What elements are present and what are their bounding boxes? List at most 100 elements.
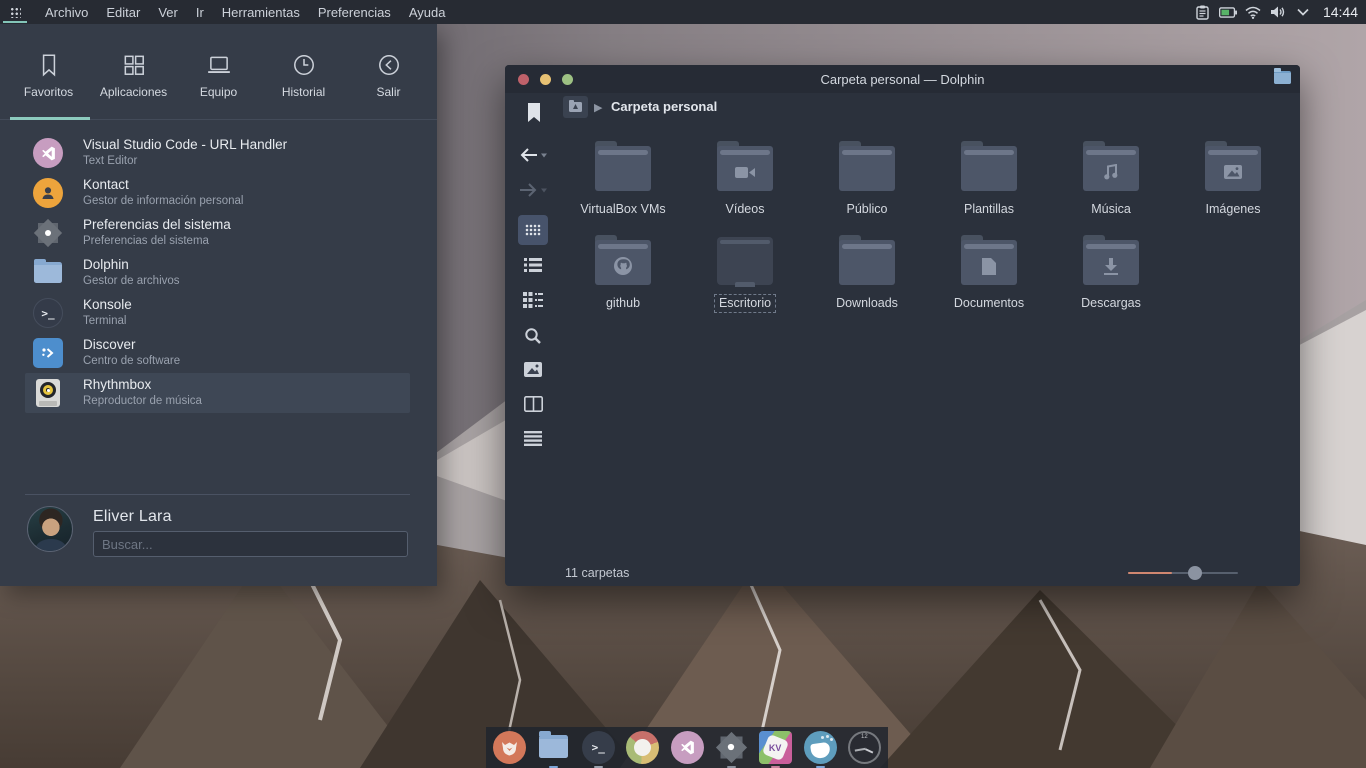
app-row-vscode[interactable]: Visual Studio Code - URL Handler Text Ed… <box>25 133 410 173</box>
desktop-icon <box>717 235 773 287</box>
dock-settings[interactable] <box>715 731 748 764</box>
app-row-preferencias[interactable]: Preferencias del sistema Preferencias de… <box>25 213 410 253</box>
dock-terminal[interactable]: >_ <box>582 731 615 764</box>
forward-button[interactable] <box>505 182 561 198</box>
app-row-kontact[interactable]: Kontact Gestor de información personal <box>25 173 410 213</box>
menu-ir[interactable]: Ir <box>187 2 213 23</box>
folder-icon <box>34 262 62 283</box>
menu-preferencias[interactable]: Preferencias <box>309 2 400 23</box>
user-avatar[interactable] <box>27 506 73 552</box>
latte-dock-icon <box>804 731 837 764</box>
dolphin-app-icon <box>1274 71 1291 84</box>
search-button[interactable] <box>505 327 561 345</box>
leave-icon <box>376 52 402 78</box>
app-row-rhythmbox[interactable]: Rhythmbox Reproductor de música <box>25 373 410 413</box>
breadcrumb-home-button[interactable] <box>563 96 588 118</box>
zoom-slider-fill <box>1128 572 1172 574</box>
dock-chrome[interactable] <box>626 731 659 764</box>
app-subtitle: Text Editor <box>83 154 287 168</box>
dock-firefox[interactable] <box>493 731 526 764</box>
breadcrumb-current-folder[interactable]: Carpeta personal <box>611 99 717 114</box>
file-manager-icon <box>539 735 568 758</box>
app-subtitle: Terminal <box>83 314 132 328</box>
menu-editar[interactable]: Editar <box>97 2 149 23</box>
folder-item-downloads[interactable]: Downloads <box>806 229 928 323</box>
download-arrow-icon <box>1083 249 1139 283</box>
bookmark-icon <box>36 52 62 78</box>
app-row-konsole[interactable]: >_ Konsole Terminal <box>25 293 410 333</box>
search-input[interactable] <box>93 531 408 557</box>
app-subtitle: Preferencias del sistema <box>83 234 231 248</box>
terminal-icon: >_ <box>33 298 63 328</box>
compact-view-button[interactable] <box>505 257 561 273</box>
divider <box>25 494 410 495</box>
dock-vscode[interactable] <box>671 731 704 764</box>
folder-label: Plantillas <box>959 200 1019 219</box>
volume-icon[interactable] <box>1269 3 1287 21</box>
app-row-discover[interactable]: Discover Centro de software <box>25 333 410 373</box>
menu-items: Archivo Editar Ver Ir Herramientas Prefe… <box>36 2 454 23</box>
back-button[interactable] <box>505 147 561 163</box>
menu-ayuda[interactable]: Ayuda <box>400 2 455 23</box>
active-tab-underline <box>10 117 90 120</box>
places-bookmark-icon[interactable] <box>527 103 541 123</box>
dock-clock-widget[interactable]: 12 <box>848 731 881 764</box>
dock-kvantum[interactable]: KV <box>759 731 792 764</box>
icons-view-button[interactable] <box>518 215 548 245</box>
clipboard-icon[interactable] <box>1194 3 1212 21</box>
split-view-button[interactable] <box>505 396 561 412</box>
dock-latte[interactable] <box>804 731 837 764</box>
folder-icon <box>717 141 773 193</box>
menu-herramientas[interactable]: Herramientas <box>213 2 309 23</box>
folder-icon <box>961 235 1017 287</box>
folder-item-documentos[interactable]: Documentos <box>928 229 1050 323</box>
window-title: Carpeta personal — Dolphin <box>505 72 1300 87</box>
folder-item-github[interactable]: github <box>562 229 684 323</box>
tab-salir[interactable]: Salir <box>347 44 431 99</box>
folder-label: Documentos <box>949 294 1029 313</box>
grid-squares-icon <box>121 52 147 78</box>
user-name: Eliver Lara <box>93 508 172 526</box>
picture-icon <box>1205 155 1261 189</box>
discover-icon <box>33 338 63 368</box>
tab-equipo[interactable]: Equipo <box>177 44 261 99</box>
folder-label: Escritorio <box>714 294 776 313</box>
menu-archivo[interactable]: Archivo <box>36 2 97 23</box>
app-title: Visual Studio Code - URL Handler <box>83 137 287 154</box>
wifi-icon[interactable] <box>1244 3 1262 21</box>
chevron-down-icon[interactable] <box>1294 3 1312 21</box>
folder-item-descargas[interactable]: Descargas <box>1050 229 1172 323</box>
tab-favoritos[interactable]: Favoritos <box>7 44 91 99</box>
preview-button[interactable] <box>505 362 561 377</box>
tab-label: Historial <box>282 85 325 99</box>
video-camera-icon <box>717 155 773 189</box>
dock-file-manager[interactable] <box>537 731 570 764</box>
laptop-icon <box>206 52 232 78</box>
folder-item-imagenes[interactable]: Imágenes <box>1172 135 1294 229</box>
folder-item-publico[interactable]: Público <box>806 135 928 229</box>
app-title: Konsole <box>83 297 132 314</box>
folder-label: github <box>601 294 645 313</box>
menu-ver[interactable]: Ver <box>149 2 187 23</box>
app-subtitle: Reproductor de música <box>83 394 202 408</box>
folder-item-plantillas[interactable]: Plantillas <box>928 135 1050 229</box>
document-icon <box>961 249 1017 283</box>
folder-item-escritorio[interactable]: Escritorio <box>684 229 806 323</box>
folder-item-virtualbox[interactable]: VirtualBox VMs <box>562 135 684 229</box>
clock[interactable]: 14:44 <box>1323 4 1358 20</box>
menu-button[interactable] <box>505 431 561 446</box>
app-launcher-button[interactable] <box>0 0 30 24</box>
folder-item-videos[interactable]: Vídeos <box>684 135 806 229</box>
zoom-slider-handle[interactable] <box>1188 566 1202 580</box>
breadcrumb-separator-icon: ▶ <box>594 101 602 114</box>
zoom-slider[interactable] <box>1128 572 1238 574</box>
dolphin-titlebar[interactable]: Carpeta personal — Dolphin <box>505 65 1300 93</box>
speaker-icon <box>36 379 60 407</box>
details-view-button[interactable] <box>505 292 561 308</box>
tab-historial[interactable]: Historial <box>262 44 346 99</box>
app-row-dolphin[interactable]: Dolphin Gestor de archivos <box>25 253 410 293</box>
folder-item-musica[interactable]: Música <box>1050 135 1172 229</box>
tab-aplicaciones[interactable]: Aplicaciones <box>92 44 176 99</box>
battery-icon[interactable] <box>1219 3 1237 21</box>
app-title: Preferencias del sistema <box>83 217 231 234</box>
